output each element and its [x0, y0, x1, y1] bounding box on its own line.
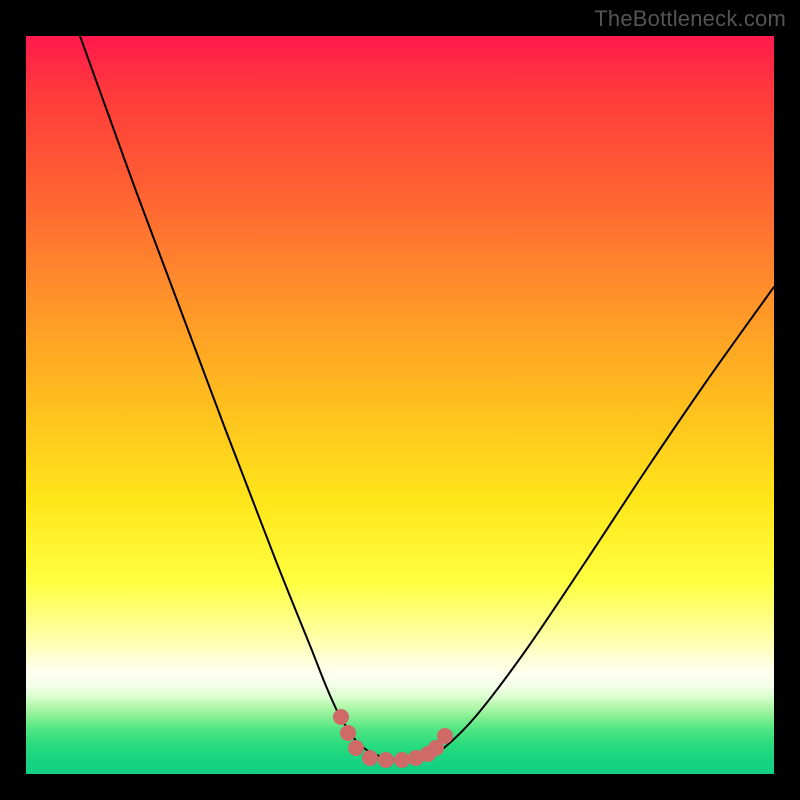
marker-dot — [348, 740, 364, 756]
marker-dot — [378, 752, 394, 768]
watermark-text: TheBottleneck.com — [594, 6, 786, 32]
plot-area — [26, 36, 774, 774]
marker-dot — [362, 750, 378, 766]
marker-dot — [333, 709, 349, 725]
curve-svg — [26, 36, 774, 774]
curve-line — [80, 36, 774, 760]
chart-frame: TheBottleneck.com — [0, 0, 800, 800]
marker-group — [333, 709, 453, 768]
marker-dot — [394, 752, 410, 768]
marker-dot — [437, 728, 453, 744]
marker-dot — [340, 725, 356, 741]
